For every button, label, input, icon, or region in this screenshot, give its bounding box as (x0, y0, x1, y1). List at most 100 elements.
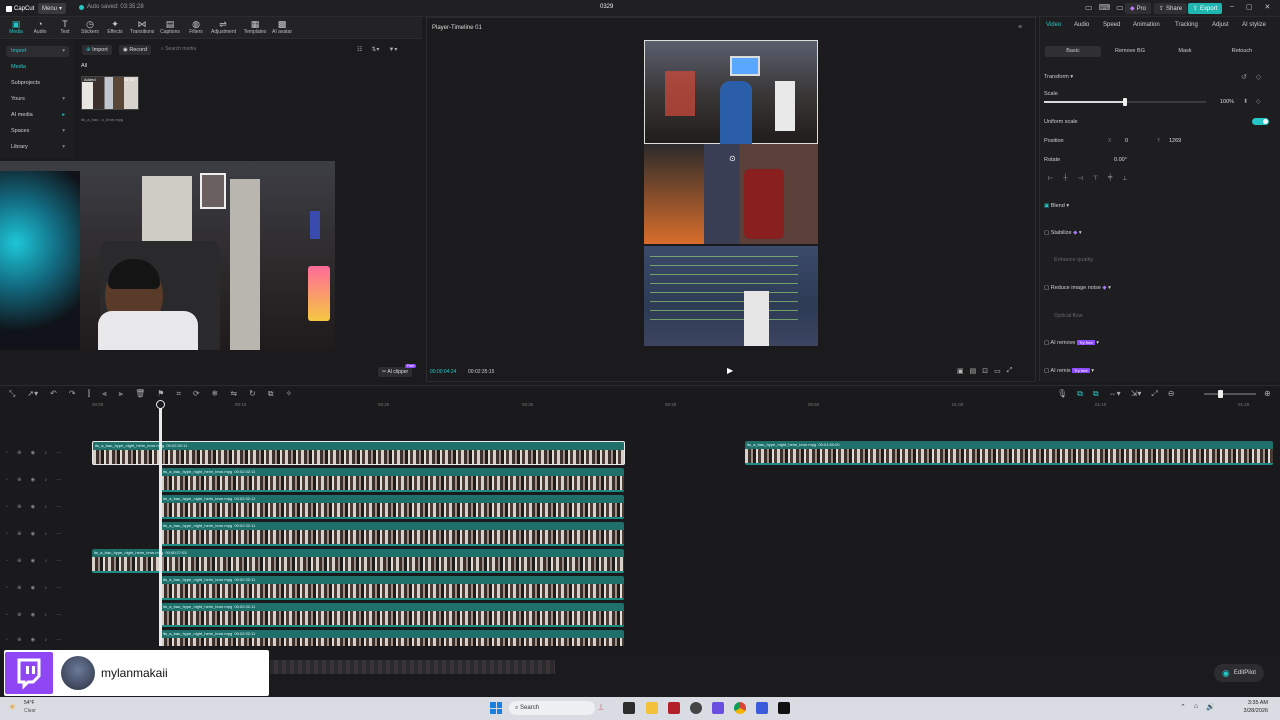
tool-captions[interactable]: ▤ Captions (158, 20, 182, 36)
timeline-right-tools[interactable]: 🎙 ⧉ ⧉ ⇔▾ ⇲▾ ⤢ ⊖ (1057, 389, 1174, 399)
mirror-icon[interactable]: ⇋ (230, 389, 237, 399)
tool-stickers[interactable]: ◷ Stickers (78, 20, 102, 36)
weather-icon[interactable]: ☀ (8, 702, 16, 713)
layout-icon[interactable]: ▭ (1085, 3, 1093, 12)
track-header-6[interactable]: ▫ ⊕ ◉ ♪ ⋯ (6, 585, 65, 591)
redo-icon[interactable]: ↷ (69, 389, 76, 399)
clip-main[interactable]: its_a_bau_hype_night_heim_bron.mpg 00:02… (92, 441, 625, 465)
chrome-icon[interactable] (734, 702, 746, 714)
windows-start-icon[interactable] (490, 702, 502, 714)
checkbox-icon[interactable]: ▢ (1044, 230, 1051, 236)
sort-icon[interactable]: ⇅▾ (371, 46, 379, 53)
system-tray[interactable]: ⌃ ⌂ 🔊 (1180, 703, 1215, 711)
scale-stepper[interactable]: ⬍ ◇ (1243, 98, 1261, 105)
sidebar-item-yours[interactable]: Yours ▾ (6, 94, 69, 105)
preview-middle-frame[interactable]: ⊙ (644, 144, 818, 244)
split-icon[interactable]: ⫿ (88, 389, 91, 399)
clock-time[interactable]: 3:35 AM (1232, 700, 1268, 706)
search-input[interactable]: ⌕ Search media (161, 44, 341, 54)
player-controls[interactable]: ▣ ▤ ⊡ ▭ ⤢ (957, 367, 1012, 375)
scale-value[interactable]: 100% (1220, 99, 1234, 105)
ai-icon[interactable]: ✧ (286, 389, 293, 399)
clip-track-6[interactable]: its_a_bau_hype_night_heim_bron.mpg 00:02… (161, 576, 624, 600)
clip-track-4[interactable]: its_a_bau_hype_night_heim_bron.mpg 00:02… (161, 522, 624, 546)
snap-icon[interactable]: ⇔▾ (1109, 389, 1121, 399)
maximize-icon[interactable]: ▢ (1246, 3, 1253, 11)
minimize-icon[interactable]: – (1230, 3, 1234, 11)
record-button[interactable]: ◉ Record (119, 45, 152, 55)
blend-section[interactable]: ▣ Blend ▾ (1044, 203, 1069, 209)
import-button[interactable]: ⊕ Import (82, 45, 112, 55)
clip-second[interactable]: its_a_bau_hype_night_heim_bron.mpg 00:01… (745, 441, 1273, 465)
app-icon-blue[interactable] (756, 702, 768, 714)
media-view-controls[interactable]: ☷ ⇅▾ ▼▾ (357, 46, 397, 53)
ai-remix-section[interactable]: ▢ AI remix Try free ▾ (1044, 368, 1094, 374)
track-header-2[interactable]: ▫ ⊕ ◉ ♪ ⋯ (6, 477, 65, 483)
tab-audio[interactable]: Audio (1074, 22, 1089, 28)
clip-track-7[interactable]: its_a_bau_hype_night_heim_bron.mpg 00:02… (161, 603, 624, 627)
play-icon[interactable]: ▶ (727, 366, 733, 375)
capcut-taskbar-icon[interactable] (778, 702, 790, 714)
tab-tracking[interactable]: Tracking (1175, 22, 1198, 28)
ai-clipper-button[interactable]: ✂ AI clipper (378, 367, 413, 377)
tab-adjust[interactable]: Adjust (1212, 22, 1229, 28)
grid-view-icon[interactable]: ☷ (357, 46, 362, 53)
track-header-7[interactable]: ▫ ⊕ ◉ ♪ ⋯ (6, 612, 65, 618)
keyframe-icon[interactable]: ◇ (1256, 73, 1261, 81)
track-header-5[interactable]: ▫ ⊕ ◉ ♪ ⋯ (6, 558, 65, 564)
shortcut-icon[interactable]: ⌨ (1099, 3, 1111, 12)
reset-icon[interactable]: ↺ (1241, 73, 1247, 81)
subtab-retouch[interactable]: Retouch (1214, 46, 1270, 57)
ratio-icon[interactable]: ▣ (957, 367, 964, 375)
tool-media[interactable]: ▣ Media (4, 20, 28, 36)
align-center-icon[interactable]: ┼ (1063, 175, 1067, 182)
close-icon[interactable]: ✕ (1265, 3, 1271, 11)
pro-button[interactable]: ◆ Pro (1125, 3, 1151, 14)
window-controls-left[interactable]: ▭ ⌨ ▭ (1085, 3, 1124, 12)
quality-icon[interactable]: ▤ (970, 367, 977, 375)
tool-adjustment[interactable]: ⇌ Adjustment (211, 20, 236, 36)
timeline-toolbar[interactable]: ⤡ ➚▾ ↶ ↷ ⫿ ⫷ ⫸ 🗑 ⚑ ⌗ ⟳ ❄ ⇋ ↻ ⧉ ✧ (9, 389, 292, 399)
position-y-input[interactable]: 1269 (1169, 138, 1181, 144)
tab-speed[interactable]: Speed (1103, 22, 1120, 28)
speed-icon[interactable]: ⟳ (193, 389, 200, 399)
fullscreen-icon[interactable]: ⤢ (1007, 367, 1013, 375)
sidebar-item-ai-media[interactable]: AI media ▸ (6, 110, 69, 121)
tool-ai-avatar[interactable]: ▩ AI avatar (270, 20, 294, 36)
uniform-scale-toggle[interactable] (1252, 118, 1269, 125)
checkbox-icon[interactable]: ▢ (1044, 285, 1051, 291)
preview-bottom-frame[interactable] (644, 246, 818, 346)
track-header-8[interactable]: ▫ ⊕ ◉ ♪ ⋯ (6, 637, 65, 643)
optical-flow[interactable]: Optical flow (1054, 313, 1082, 319)
tool-text[interactable]: T Text (53, 20, 77, 36)
sidebar-item-library[interactable]: Library ▾ (6, 142, 69, 153)
split-left-icon[interactable]: ⫷ (102, 389, 107, 399)
weather-condition[interactable]: Clear (24, 708, 36, 714)
preview-axis-icon[interactable]: ⇲▾ (1131, 389, 1142, 399)
zoom-out-icon[interactable]: ⊖ (1168, 389, 1175, 399)
tool-transitions[interactable]: ⋈ Transitions (130, 20, 154, 36)
pointer-icon[interactable]: ➚▾ (27, 389, 38, 399)
clip-track-3[interactable]: its_a_bau_hype_night_heim_bron.mpg 00:02… (161, 495, 624, 519)
checkbox-checked-icon[interactable]: ▣ (1044, 203, 1051, 209)
app-icon-purple[interactable] (712, 702, 724, 714)
tool-effects[interactable]: ✦ Effects (103, 20, 127, 36)
tool-filters[interactable]: ◍ Filters (184, 20, 208, 36)
zoom-in-icon[interactable]: ⊕ (1264, 389, 1271, 398)
reduce-noise-section[interactable]: ▢ Reduce image noise ◆ ▾ (1044, 285, 1111, 291)
subtab-mask[interactable]: Mask (1157, 46, 1213, 57)
align-right-icon[interactable]: ⊣ (1078, 175, 1083, 182)
magnet-icon[interactable]: ⧉ (1093, 389, 1099, 399)
acrobat-icon[interactable] (668, 702, 680, 714)
tab-ai-stylize[interactable]: AI stylize (1242, 22, 1266, 28)
crop-icon[interactable]: ⌗ (176, 389, 181, 399)
tool-audio[interactable]: ◔ Audio (28, 20, 52, 36)
weather-temp[interactable]: 54°F (24, 700, 35, 706)
freeze-icon[interactable]: ❄ (212, 389, 219, 399)
resize-icon[interactable]: ⧉ (268, 389, 274, 399)
chevron-up-icon[interactable]: ⌃ (1180, 703, 1186, 711)
scale-slider[interactable] (1044, 98, 1206, 106)
tab-animation[interactable]: Animation (1133, 22, 1160, 28)
tool-templates[interactable]: ▦ Templates (243, 20, 267, 36)
delete-icon[interactable]: 🗑 (135, 389, 145, 399)
